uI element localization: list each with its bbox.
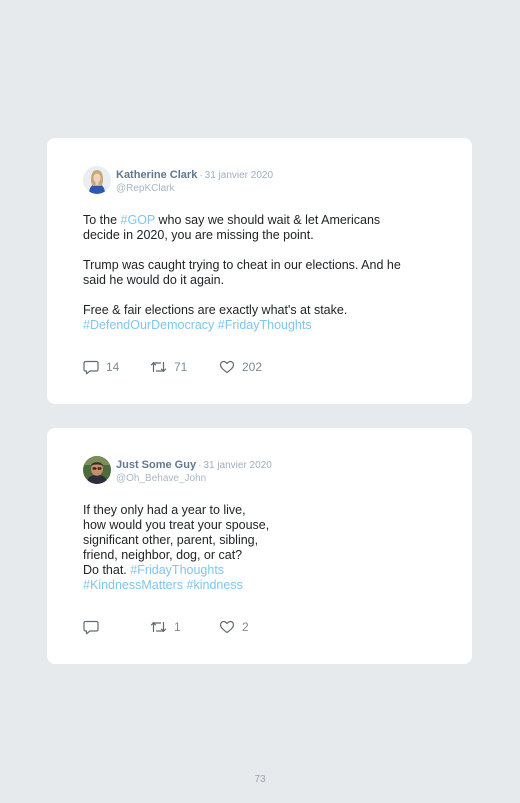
tweet-line: significant other, parent, sibling, [83,533,259,547]
tweet-line: If they only had a year to live, [83,503,246,517]
author-handle[interactable]: @Oh_Behave_John [116,472,272,485]
tweet-paragraph: Free & fair elections are exactly what's… [83,303,433,333]
heart-outline-icon [219,620,235,634]
author-name[interactable]: Just Some Guy [116,459,196,471]
retweet-arrows-icon [150,620,167,634]
hashtag-link[interactable]: #KindnessMatters [83,578,183,592]
retweet-count: 71 [174,360,188,374]
text-segment: To the [83,213,121,227]
tweet-line: decide in 2020, you are missing the poin… [83,228,314,242]
reply-count: 14 [106,360,120,374]
tweet-paragraph: Trump was caught trying to cheat in our … [83,258,433,288]
tweet-paragraph: To the #GOP who say we should wait & let… [83,213,433,243]
hashtag-link[interactable]: #DefendOurDemocracy [83,318,214,332]
author-handle[interactable]: @RepKClark [116,182,273,195]
tweet-text: If they only had a year to live, how wou… [83,503,433,593]
separator-dot: · [198,460,202,471]
tweet-card: Katherine Clark · 31 janvier 2020 @RepKCla… [47,138,472,404]
tweet-date[interactable]: 31 janvier 2020 [205,170,273,181]
separator-dot: · [199,170,203,181]
like-count: 2 [242,620,249,634]
tweet-text: To the #GOP who say we should wait & let… [83,213,433,333]
tweet-header: Just Some Guy · 31 janvier 2020 @Oh_Behave… [116,457,272,485]
tweet-line: Free & fair elections are exactly what's… [83,303,348,317]
like-button[interactable]: 2 [219,619,249,635]
tweet-date[interactable]: 31 janvier 2020 [203,460,271,471]
tweet-line: #KindnessMatters #kindness [83,578,433,593]
hashtag-link[interactable]: #GOP [121,213,156,227]
retweet-button[interactable]: 71 [150,359,187,375]
tweet-line: said he would do it again. [83,273,225,287]
tweet-line: #DefendOurDemocracy #FridayThoughts [83,318,433,333]
tweet-line: Trump was caught trying to cheat in our … [83,258,401,272]
speech-bubble-icon [83,620,99,635]
tweet-header: Katherine Clark · 31 janvier 2020 @RepKCla… [116,167,273,195]
text-segment: who say we should wait & let Americans [155,213,381,227]
tweet-line: friend, neighbor, dog, or cat? [83,548,243,562]
tweet-line: To the #GOP who say we should wait & let… [83,213,433,228]
retweet-arrows-icon [150,360,167,374]
avatar[interactable] [83,456,111,484]
retweet-button[interactable]: 1 [150,619,181,635]
avatar[interactable] [83,166,111,194]
hashtag-link[interactable]: #FridayThoughts [218,318,312,332]
tweet-line: Do that. #FridayThoughts [83,563,433,578]
tweet-line: how would you treat your spouse, [83,518,270,532]
reply-button[interactable]: 14 [83,359,119,375]
heart-outline-icon [219,360,235,374]
text-segment: Do that. [83,563,131,577]
author-name[interactable]: Katherine Clark [116,169,197,181]
page-number: 73 [254,774,266,785]
hashtag-link[interactable]: #FridayThoughts [130,563,224,577]
hashtag-link[interactable]: #kindness [187,578,243,592]
like-count: 202 [242,360,263,374]
speech-bubble-icon [83,360,99,375]
tweet-card: Just Some Guy · 31 janvier 2020 @Oh_Behave… [47,428,472,664]
retweet-count: 1 [174,620,181,634]
reply-button[interactable] [83,619,106,635]
like-button[interactable]: 202 [219,359,262,375]
